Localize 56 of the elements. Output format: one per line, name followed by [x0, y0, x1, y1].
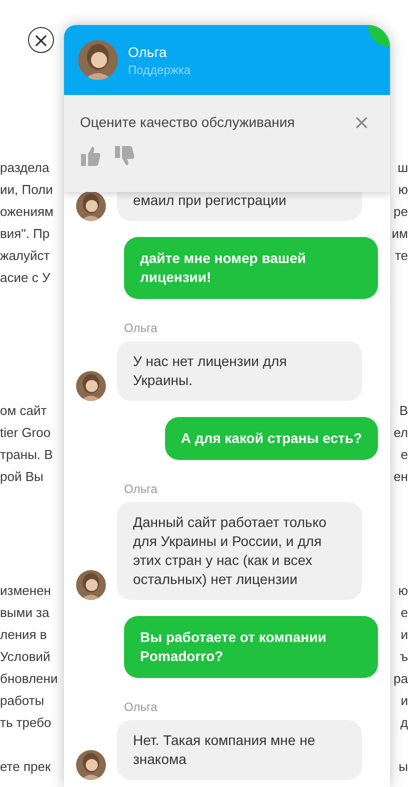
- thumbs-down-icon[interactable]: [114, 145, 136, 167]
- page-text: ы: [398, 758, 408, 776]
- avatar: [76, 371, 106, 401]
- page-text: ъ: [400, 648, 408, 666]
- agent-name: Ольга: [128, 44, 168, 60]
- page-text: е: [400, 604, 408, 622]
- page-text: вия". Пр: [0, 225, 50, 243]
- thumbs-up-icon[interactable]: [80, 145, 102, 167]
- message-bubble: У нас нет лицензии для Украины.: [117, 341, 362, 401]
- page-text: рой Вы: [0, 468, 44, 486]
- page-text: ления в: [0, 626, 47, 644]
- message-bubble: емаил при регистрации: [117, 192, 362, 221]
- page-text: Условий: [0, 648, 50, 666]
- page-text: ом сайт: [0, 402, 47, 420]
- page-text: и: [400, 626, 408, 644]
- page-text: ен: [394, 468, 408, 486]
- page-text: ете прек: [0, 758, 51, 776]
- page-text: раздела: [0, 159, 50, 177]
- avatar: [76, 570, 106, 600]
- message-bubble: Данный сайт работает только для Украины и России, и для этих стран у нас (как и всех остальных) нет лицензии: [117, 502, 362, 600]
- page-text: tier Groo: [0, 424, 51, 442]
- avatar: [76, 192, 106, 221]
- avatar: [76, 750, 106, 780]
- page-text: и: [400, 692, 408, 710]
- sender-name: Ольга: [124, 700, 158, 714]
- page-text: траны. В: [0, 446, 53, 464]
- page-text: им: [392, 225, 408, 243]
- page-text: ш: [398, 159, 408, 177]
- page-text: ю: [398, 582, 408, 600]
- agent-role: Поддержка: [128, 62, 191, 76]
- message-bubble: Нет. Такая компания мне не знакома: [117, 720, 362, 780]
- page-text: ре: [394, 203, 408, 221]
- page-text: ть требо: [0, 714, 52, 732]
- avatar: [78, 40, 118, 80]
- page-text: выми за: [0, 604, 50, 622]
- message-bubble: А для какой страны есть?: [164, 417, 378, 460]
- page-text: бновлени: [0, 670, 58, 688]
- sender-name: Ольга: [124, 482, 158, 496]
- message-bubble: дайте мне номер вашей лицензии!: [124, 237, 378, 299]
- page-text: ожениям: [0, 203, 54, 221]
- sender-name: Ольга: [124, 321, 158, 335]
- page-text: изменен: [0, 582, 51, 600]
- page-text: д: [400, 714, 408, 732]
- page-text: ии, Поли: [0, 181, 53, 199]
- page-text: жалуйст: [0, 247, 50, 265]
- page-text: В: [399, 402, 408, 420]
- rating-prompt: Оцените качество обслуживания: [80, 114, 295, 130]
- page-text: ра: [394, 670, 408, 688]
- page-text: е: [400, 446, 408, 464]
- page-text: ю: [398, 181, 408, 199]
- page-text: работы: [0, 692, 44, 710]
- page-text: асие с У: [0, 269, 50, 287]
- page-text: ел: [394, 424, 408, 442]
- page-text: те: [394, 247, 408, 265]
- message-bubble: Вы работаете от компании Pomadorro?: [124, 616, 378, 678]
- close-button[interactable]: ×: [28, 27, 54, 53]
